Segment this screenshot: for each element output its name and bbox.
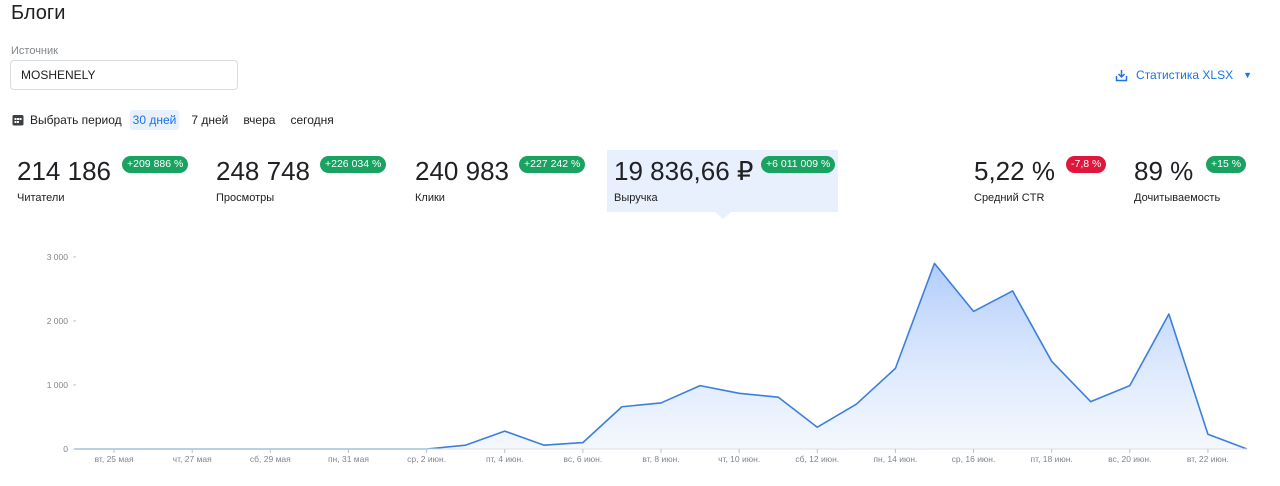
x-tick-label: вс, 20 июн.	[1108, 454, 1151, 464]
period-selector: Выбрать период 30 дней 7 дней вчера сего…	[12, 110, 346, 130]
metric-read-rate[interactable]: 89 % +15 % Дочитываемость	[1134, 150, 1274, 212]
metric-value: 214 186	[17, 156, 111, 186]
metric-value: 248 748	[216, 156, 310, 186]
page-title: Блоги	[11, 2, 66, 24]
metric-badge: +226 034 %	[320, 156, 387, 173]
pick-period-label: Выбрать период	[30, 113, 122, 127]
metric-readers[interactable]: 214 186 +209 886 % Читатели	[17, 150, 197, 212]
metric-views[interactable]: 248 748 +226 034 % Просмотры	[216, 150, 396, 212]
x-tick-label: пт, 4 июн.	[486, 454, 524, 464]
metric-label: Просмотры	[216, 192, 275, 204]
period-yesterday[interactable]: вчера	[240, 110, 278, 130]
metric-value: 5,22 %	[974, 156, 1055, 186]
x-tick-label: вт, 25 мая	[95, 454, 134, 464]
x-tick-label: пн, 31 мая	[328, 454, 369, 464]
calendar-icon	[12, 115, 24, 126]
metric-badge: +15 %	[1206, 156, 1247, 173]
period-today[interactable]: сегодня	[287, 110, 336, 130]
metric-label: Средний CTR	[974, 192, 1045, 204]
metric-ctr[interactable]: 5,22 % -7,8 % Средний CTR	[974, 150, 1114, 212]
metric-badge: +6 011 009 %	[761, 156, 836, 173]
metric-label: Выручка	[614, 192, 658, 204]
revenue-chart: 0 1 000 2 000 3 000 вт, 25 мая чт, 27 мая сб, …	[47, 252, 1248, 464]
x-tick-label: чт, 27 мая	[173, 454, 212, 464]
y-tick-label: 3 000	[47, 252, 69, 262]
metric-label: Клики	[415, 192, 445, 204]
x-tick-label: вс, 6 июн.	[564, 454, 603, 464]
x-tick-label: сб, 12 июн.	[795, 454, 839, 464]
x-tick-label: сб, 29 мая	[250, 454, 291, 464]
pick-period-button[interactable]: Выбрать период	[12, 113, 122, 127]
export-label: Статистика XLSX	[1136, 68, 1234, 82]
export-xlsx-button[interactable]: Статистика XLSX ▼	[1115, 68, 1252, 82]
metric-value: 240 983	[415, 156, 509, 186]
metric-label: Дочитываемость	[1134, 192, 1221, 204]
x-tick-label: ср, 16 июн.	[952, 454, 996, 464]
x-tick-label: вт, 22 июн.	[1187, 454, 1229, 464]
metric-badge: -7,8 %	[1066, 156, 1107, 173]
metric-value: 19 836,66 ₽	[614, 156, 754, 186]
period-7-days[interactable]: 7 дней	[188, 110, 231, 130]
download-icon	[1115, 69, 1128, 81]
metric-clicks[interactable]: 240 983 +227 242 % Клики	[415, 150, 595, 212]
metric-badge: +209 886 %	[122, 156, 189, 173]
y-tick-label: 1 000	[47, 380, 69, 390]
x-tick-label: ср, 2 июн.	[407, 454, 446, 464]
x-tick-label: вт, 8 июн.	[642, 454, 679, 464]
metric-revenue[interactable]: 19 836,66 ₽ +6 011 009 % Выручка	[607, 150, 838, 219]
period-30-days[interactable]: 30 дней	[129, 110, 180, 130]
x-tick-label: чт, 10 июн.	[718, 454, 760, 464]
series-area	[75, 263, 1247, 449]
metric-value: 89 %	[1134, 156, 1194, 186]
chevron-down-icon: ▼	[1243, 70, 1252, 80]
source-label: Источник	[11, 45, 58, 57]
x-tick-label: пн, 14 июн.	[873, 454, 917, 464]
metric-badge: +227 242 %	[519, 156, 586, 173]
source-input[interactable]: MOSHENELY	[10, 60, 238, 90]
metric-label: Читатели	[17, 192, 65, 204]
y-tick-label: 2 000	[47, 316, 69, 326]
x-tick-label: пт, 18 июн.	[1031, 454, 1073, 464]
y-tick-label: 0	[63, 444, 68, 454]
